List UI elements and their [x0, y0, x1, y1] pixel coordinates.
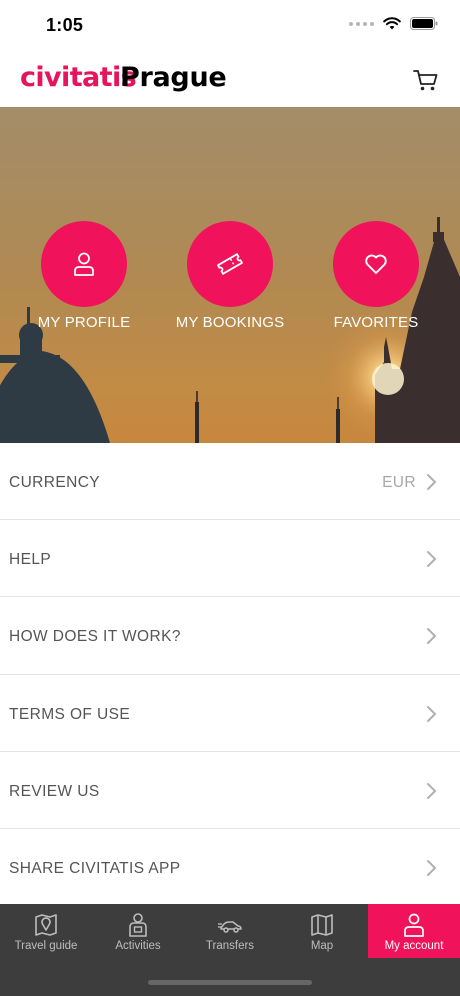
car-icon: [218, 921, 242, 933]
chevron-right-icon: [427, 551, 437, 568]
my-bookings-circle: [187, 221, 273, 307]
favorites-circle: [333, 221, 419, 307]
chevron-right-icon: [427, 705, 437, 722]
wifi-icon: [383, 17, 401, 30]
menu-item-currency[interactable]: CURRENCY EUR: [0, 443, 460, 521]
menu-item-label: SHARE CIVITATIS APP: [9, 859, 181, 877]
menu-item-help[interactable]: HELP: [0, 520, 460, 598]
my-profile-circle: [41, 221, 127, 307]
my-profile-label: MY PROFILE: [37, 314, 131, 331]
signal-icon: [349, 21, 374, 26]
tab-my-account[interactable]: My account: [368, 904, 460, 958]
menu-item-share-app[interactable]: SHARE CIVITATIS APP: [0, 828, 460, 907]
status-indicators: [349, 17, 438, 30]
tab-label: My account: [384, 940, 444, 952]
home-indicator: [148, 980, 312, 985]
heart-icon: [365, 254, 387, 274]
menu-item-label: REVIEW US: [9, 782, 100, 800]
status-time: 1:05: [46, 15, 84, 35]
menu-item-review-us[interactable]: REVIEW US: [0, 751, 460, 829]
user-icon: [74, 252, 94, 276]
menu-item-label: HELP: [9, 551, 52, 569]
chevron-right-icon: [427, 474, 437, 490]
currency-value: EUR: [382, 474, 416, 491]
menu-item-terms-of-use[interactable]: TERMS OF USE: [0, 674, 460, 752]
status-bar: 1:05: [0, 0, 460, 52]
tab-label: Activities: [115, 940, 161, 952]
cart-icon[interactable]: [412, 66, 440, 94]
chevron-right-icon: [427, 628, 437, 645]
tab-label: Map: [310, 940, 334, 952]
city-title: Prague: [120, 62, 227, 93]
chevron-right-icon: [427, 782, 437, 799]
map-icon: [311, 914, 333, 936]
my-bookings-label: MY BOOKINGS: [175, 314, 285, 331]
battery-icon: [410, 17, 438, 30]
my-profile-button[interactable]: MY PROFILE: [14, 221, 154, 331]
menu-item-how-it-works[interactable]: HOW DOES IT WORK?: [0, 597, 460, 675]
ticket-icon: [217, 253, 243, 275]
tab-transfers[interactable]: Transfers: [184, 904, 276, 958]
my-bookings-button[interactable]: MY BOOKINGS: [160, 221, 300, 331]
favorites-label: FAVORITES: [333, 314, 419, 331]
account-menu: CURRENCY EUR HELP HOW DOES IT WORK? TERM…: [0, 443, 460, 907]
tab-label: Transfers: [205, 940, 255, 952]
app-header: civitatis Prague: [0, 52, 460, 107]
activities-icon: [129, 913, 147, 937]
account-icon: [404, 913, 424, 937]
chevron-right-icon: [427, 859, 437, 876]
map-pin-icon: [35, 914, 57, 936]
tab-activities[interactable]: Activities: [92, 904, 184, 958]
menu-item-label: TERMS OF USE: [9, 705, 131, 723]
menu-item-label: HOW DOES IT WORK?: [9, 628, 181, 646]
favorites-button[interactable]: FAVORITES: [306, 221, 446, 331]
tab-label: Travel guide: [14, 940, 78, 952]
menu-item-label: CURRENCY: [9, 474, 101, 491]
tab-map[interactable]: Map: [276, 904, 368, 958]
tab-travel-guide[interactable]: Travel guide: [0, 904, 92, 958]
hero-banner: MY PROFILE MY BOOKINGS FAVORITES: [0, 107, 460, 443]
brand-logo[interactable]: civitatis: [20, 62, 137, 93]
